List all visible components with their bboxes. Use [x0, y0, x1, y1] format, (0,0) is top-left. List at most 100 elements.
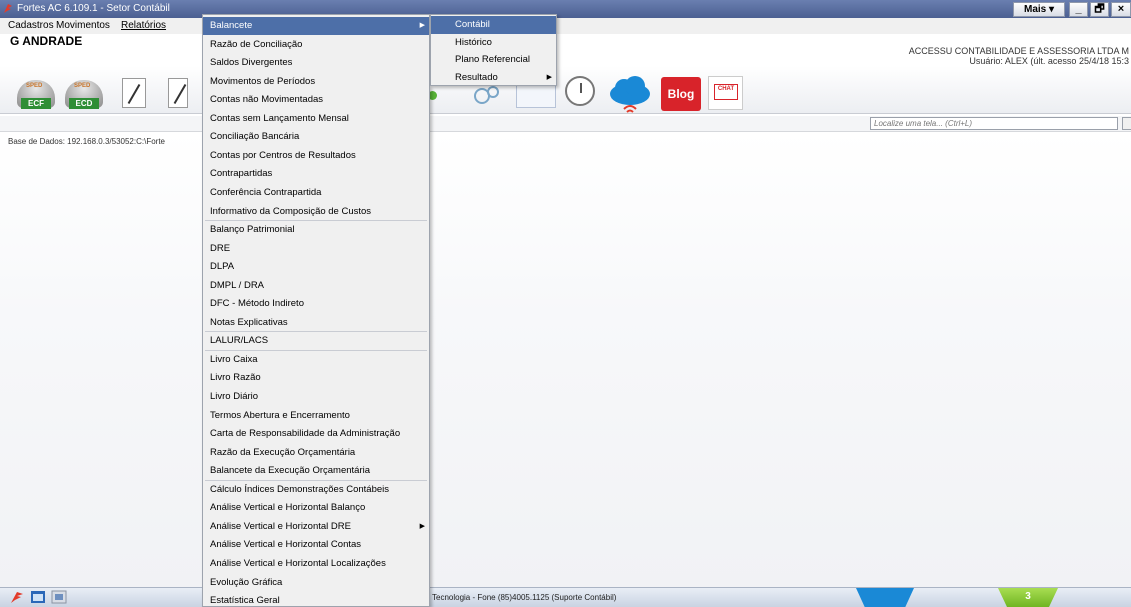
- menu-item[interactable]: Livro Caixa: [203, 351, 429, 369]
- menu-item-label: LALUR/LACS: [210, 335, 269, 347]
- menu-item[interactable]: Balancete ▶: [203, 17, 429, 35]
- menu-item[interactable]: Conferência Contrapartida: [203, 184, 429, 202]
- submenu-item-label: Plano Referencial: [455, 54, 530, 65]
- window-title: Fortes AC 6.109.1 - Setor Contábil: [17, 3, 170, 14]
- menu-item-label: Contrapartidas: [210, 168, 273, 180]
- menu-item-label: Conciliação Bancária: [210, 131, 300, 143]
- window-icon[interactable]: [30, 590, 46, 604]
- sped-ecf-button[interactable]: SPED ECF: [17, 80, 55, 109]
- menu-item[interactable]: Balancete da Execução Orçamentária: [203, 462, 429, 480]
- menu-item-label: Razão da Execução Orçamentária: [210, 446, 356, 458]
- menu-item-label: Contas por Centros de Resultados: [210, 149, 356, 161]
- menu-item[interactable]: Movimentos de Períodos: [203, 73, 429, 91]
- search-button[interactable]: [1122, 117, 1131, 130]
- submenu-item[interactable]: Histórico: [431, 34, 556, 52]
- menu-item-label: DRE: [210, 242, 231, 254]
- menu-item-label: Livro Caixa: [210, 353, 258, 365]
- chat-button[interactable]: CHAT: [708, 76, 743, 110]
- menu-item[interactable]: Termos Abertura e Encerramento: [203, 407, 429, 425]
- menu-item[interactable]: Análise Vertical e Horizontal Contas: [203, 536, 429, 554]
- menu-item-label: Estatística Geral: [210, 595, 280, 607]
- menu-item[interactable]: Cálculo Índices Demonstrações Contábeis: [203, 481, 429, 499]
- menu-item[interactable]: DMPL / DRA: [203, 277, 429, 295]
- submenu-item[interactable]: Contábil: [431, 16, 556, 34]
- menu-item[interactable]: Conciliação Bancária: [203, 128, 429, 146]
- sped-label: SPED: [26, 83, 43, 89]
- fortes-logo-icon[interactable]: [9, 590, 25, 604]
- firm-name: ACCESSU CONTABILIDADE E ASSESSORIA LTDA …: [908, 46, 1129, 56]
- menu-item[interactable]: DRE: [203, 240, 429, 258]
- menu-item[interactable]: Livro Razão: [203, 369, 429, 387]
- menu-item-label: Livro Diário: [210, 391, 259, 402]
- document-icon[interactable]: [168, 78, 188, 108]
- menu-item[interactable]: Estatística Geral: [203, 592, 429, 607]
- menu-item[interactable]: Notas Explicativas: [203, 314, 429, 332]
- notification-badge[interactable]: 3: [998, 588, 1058, 607]
- search-input[interactable]: Localize uma tela... (Ctrl+L): [870, 117, 1118, 130]
- menu-item[interactable]: Carta de Responsabilidade da Administraç…: [203, 425, 429, 443]
- cloud-icon[interactable]: [606, 76, 654, 116]
- chevron-right-icon: ▶: [419, 22, 425, 29]
- menu-item-label: Termos Abertura e Encerramento: [210, 409, 350, 421]
- menu-item-label: Saldos Divergentes: [210, 57, 293, 69]
- menu-item[interactable]: Contas não Movimentadas: [203, 91, 429, 109]
- menu-item[interactable]: Saldos Divergentes: [203, 54, 429, 72]
- menu-item-label: Análise Vertical e Horizontal Balanço: [210, 502, 366, 514]
- submenu-item-label: Histórico: [455, 36, 492, 48]
- menu-item[interactable]: Análise Vertical e Horizontal Balanço: [203, 499, 429, 517]
- support-phone-text: Tecnologia - Fone (85)4005.1125 (Suporte…: [432, 593, 617, 602]
- menu-item[interactable]: Balanço Patrimonial: [203, 221, 429, 239]
- menu-item[interactable]: LALUR/LACS: [203, 332, 429, 350]
- menu-item-label: Análise Vertical e Horizontal DRE: [210, 520, 351, 532]
- menu-item[interactable]: DLPA: [203, 258, 429, 276]
- ecf-label: ECF: [21, 98, 51, 109]
- minimize-button[interactable]: _: [1069, 2, 1088, 17]
- menu-item[interactable]: DFC - Método Indireto: [203, 295, 429, 313]
- close-button[interactable]: ×: [1111, 2, 1131, 17]
- menu-item-label: DFC - Método Indireto: [210, 298, 304, 310]
- restore-button[interactable]: 🗗: [1090, 2, 1109, 17]
- menu-item-label: Balancete da Execução Orçamentária: [210, 465, 371, 477]
- submenu-item-label: Resultado: [455, 71, 498, 83]
- menu-movimentos[interactable]: Movimentos: [56, 20, 110, 31]
- menu-cadastros[interactable]: Cadastros: [8, 20, 54, 31]
- mais-button[interactable]: Mais ▾: [1013, 2, 1065, 17]
- menu-item[interactable]: Livro Diário: [203, 388, 429, 406]
- menu-item[interactable]: Análise Vertical e Horizontal Localizaçõ…: [203, 555, 429, 573]
- menu-item-label: Balancete: [210, 20, 253, 31]
- menu-item-label: Carta de Responsabilidade da Administraç…: [210, 428, 401, 440]
- menu-item[interactable]: Razão de Conciliação: [203, 36, 429, 54]
- submenu-item-label: Contábil: [455, 19, 490, 30]
- sped-ecd-button[interactable]: SPED ECD: [65, 80, 103, 109]
- menu-item-label: Conferência Contrapartida: [210, 186, 322, 198]
- menu-item[interactable]: Informativo da Composição de Custos: [203, 203, 429, 221]
- menu-item-label: Evolução Gráfica: [210, 576, 283, 588]
- clock-icon[interactable]: [565, 76, 595, 106]
- menu-item[interactable]: Análise Vertical e Horizontal DRE ▶: [203, 518, 429, 536]
- menu-item[interactable]: Contas por Centros de Resultados: [203, 147, 429, 165]
- menu-item[interactable]: Contrapartidas: [203, 165, 429, 183]
- menu-item-label: Livro Razão: [210, 372, 261, 384]
- balancete-submenu: Contábil Histórico Plano Referencial Result…: [430, 14, 557, 86]
- menu-item-label: Razão de Conciliação: [210, 38, 303, 50]
- ecd-label: ECD: [69, 98, 99, 109]
- menu-relatorios[interactable]: Relatórios: [121, 20, 166, 31]
- menu-item[interactable]: Evolução Gráfica: [203, 574, 429, 592]
- submenu-item[interactable]: Plano Referencial: [431, 51, 556, 69]
- menu-item-label: Cálculo Índices Demonstrações Contábeis: [210, 483, 390, 495]
- blog-button[interactable]: Blog: [661, 77, 701, 111]
- cloud-status-icon[interactable]: [856, 588, 914, 607]
- chevron-right-icon: ▶: [546, 73, 552, 81]
- user-info: Usuário: ALEX (últ. acesso 25/4/18 15:3: [969, 56, 1129, 66]
- database-path: Base de Dados: 192.168.0.3/53052:C:\Fort…: [8, 137, 165, 146]
- menu-item[interactable]: Contas sem Lançamento Mensal: [203, 110, 429, 128]
- relatorios-dropdown: Balancete ▶ Razão de Conciliação Saldos Div…: [202, 14, 430, 607]
- edit-document-icon[interactable]: [122, 78, 146, 108]
- menu-item-label: DMPL / DRA: [210, 279, 265, 291]
- submenu-item[interactable]: Resultado ▶: [431, 69, 556, 87]
- menu-item-label: Contas sem Lançamento Mensal: [210, 112, 349, 124]
- menu-item[interactable]: Razão da Execução Orçamentária: [203, 444, 429, 462]
- menu-item-label: Análise Vertical e Horizontal Contas: [210, 539, 362, 551]
- title-bar: Fortes AC 6.109.1 - Setor Contábil Mais …: [0, 0, 1131, 18]
- tools-icon[interactable]: [51, 590, 67, 604]
